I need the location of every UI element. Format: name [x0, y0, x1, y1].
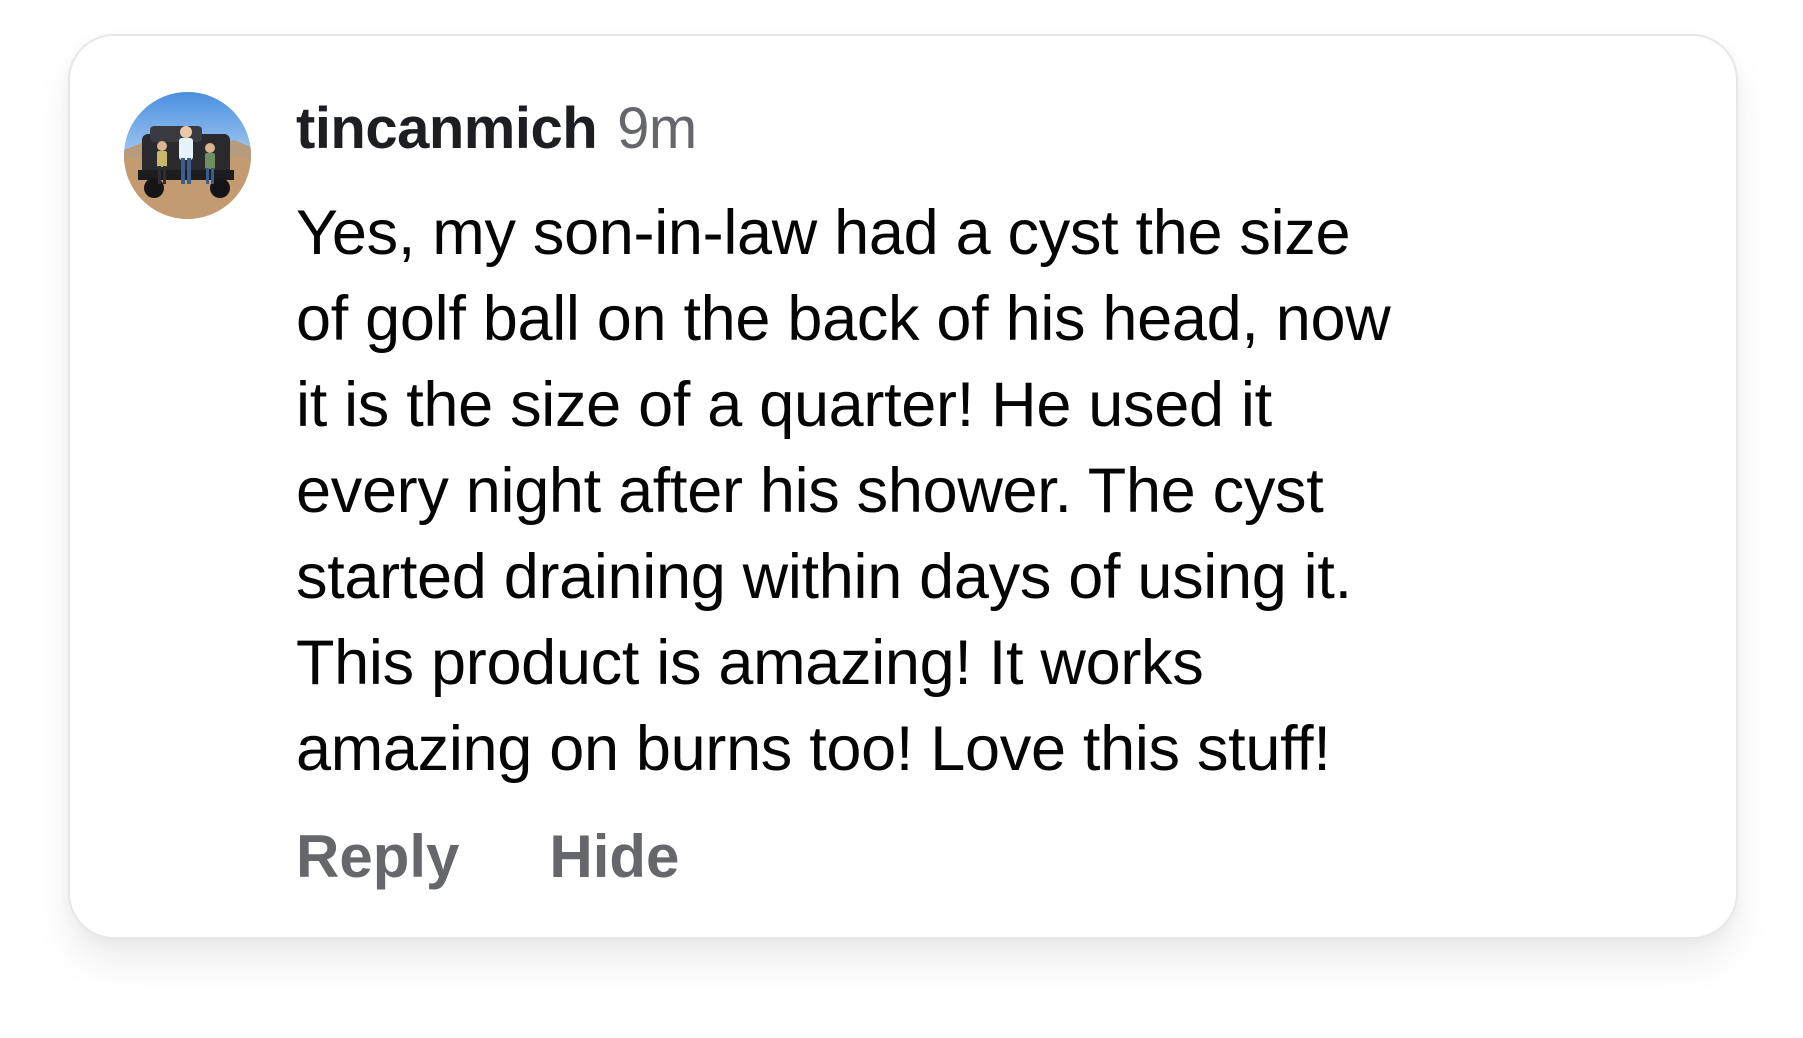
comment-header: tincanmich 9m: [296, 94, 697, 164]
hide-button[interactable]: Hide: [549, 823, 679, 890]
avatar[interactable]: [124, 92, 251, 219]
comment-text-line: amazing on burns too! Love this stuff!: [296, 714, 1331, 784]
comment-text: Yes, my son-in-law had a cyst the size o…: [296, 190, 1696, 792]
comment-text-line: it is the size of a quarter! He used it: [296, 370, 1272, 440]
avatar-photo-icon: [124, 92, 251, 219]
comment-text-line: every night after his shower. The cyst: [296, 456, 1324, 526]
comment-text-line: started draining within days of using it…: [296, 542, 1352, 612]
comment-text-line: of golf ball on the back of his head, no…: [296, 284, 1391, 354]
timestamp[interactable]: 9m: [617, 96, 697, 161]
comment-text-line: Yes, my son-in-law had a cyst the size: [296, 198, 1351, 268]
comment-text-line: This product is amazing! It works: [296, 628, 1204, 698]
comment-actions: Reply Hide: [296, 822, 679, 892]
reply-button[interactable]: Reply: [296, 823, 459, 890]
username-link[interactable]: tincanmich: [296, 96, 598, 161]
